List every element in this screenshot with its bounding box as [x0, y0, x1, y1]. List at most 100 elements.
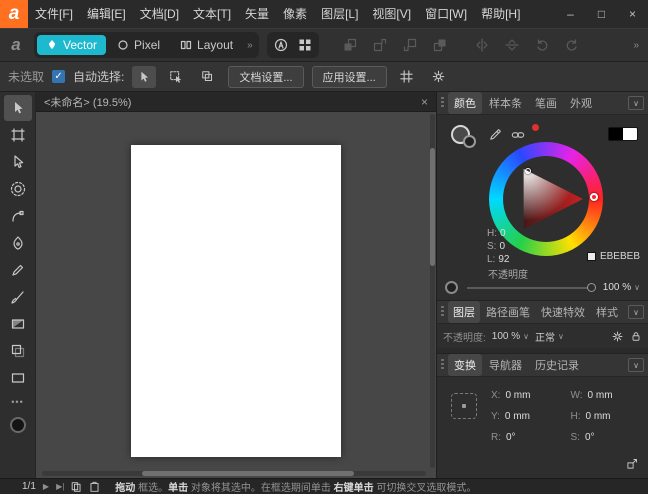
shear-field[interactable]: S: 0°: [571, 432, 643, 443]
menu-file[interactable]: 文件[F]: [28, 0, 80, 28]
tab-color[interactable]: 颜色: [448, 92, 482, 114]
clipboard-icon[interactable]: [89, 481, 100, 493]
pencil-tool[interactable]: [4, 257, 32, 283]
transparency-tool[interactable]: [4, 338, 32, 364]
tab-transform[interactable]: 变换: [448, 354, 482, 376]
pixel-persona-button[interactable]: Pixel: [108, 35, 169, 55]
toolbar-color-well[interactable]: [10, 417, 26, 433]
move-forward-button[interactable]: [399, 35, 421, 55]
stroke-color-well[interactable]: [463, 135, 476, 148]
select-layer-mode-button[interactable]: [164, 66, 188, 88]
transform-panel-collapse-button[interactable]: ∨: [628, 358, 644, 372]
snapping-button[interactable]: [294, 35, 316, 55]
next-page-icon[interactable]: ▶: [43, 482, 49, 491]
transform-anchor-selector[interactable]: [451, 393, 477, 419]
horizontal-scrollbar[interactable]: [42, 471, 426, 476]
panel-grip[interactable]: [441, 359, 444, 371]
menu-edit[interactable]: 编辑[E]: [80, 0, 133, 28]
y-field[interactable]: Y: 0 mm: [491, 411, 563, 422]
tab-history[interactable]: 历史记录: [529, 354, 585, 376]
vertical-scroll-thumb[interactable]: [430, 148, 435, 266]
triangle-marker[interactable]: [525, 168, 531, 174]
horizontal-scroll-thumb[interactable]: [142, 471, 354, 476]
canvas-viewport[interactable]: [36, 112, 436, 478]
rectangle-tool[interactable]: [4, 365, 32, 391]
minimize-button[interactable]: –: [555, 0, 586, 28]
black-white-swatch[interactable]: [608, 127, 638, 141]
maximize-button[interactable]: □: [586, 0, 617, 28]
blend-gear-icon[interactable]: [611, 330, 624, 343]
rotate-cw-button[interactable]: [561, 35, 583, 55]
x-field[interactable]: X: 0 mm: [491, 390, 563, 401]
color-panel-collapse-button[interactable]: ∨: [628, 96, 644, 110]
toolbar-overflow-chevron[interactable]: »: [630, 40, 642, 51]
close-button[interactable]: ×: [617, 0, 648, 28]
vertical-scrollbar[interactable]: [430, 114, 435, 468]
blend-mode-dropdown[interactable]: 正常 ∨: [535, 329, 564, 344]
move-tool[interactable]: [4, 95, 32, 121]
link-icon[interactable]: [511, 129, 525, 141]
hue-marker[interactable]: [590, 193, 598, 201]
eyedropper-icon[interactable]: [489, 127, 503, 141]
rotation-field[interactable]: R: 0°: [491, 432, 563, 443]
transform-options-icon[interactable]: [626, 458, 638, 470]
opacity-wheel-icon[interactable]: [445, 281, 458, 294]
artboard-tool[interactable]: [4, 122, 32, 148]
application-settings-button[interactable]: 应用设置...: [312, 66, 387, 88]
lock-icon[interactable]: [630, 330, 642, 343]
auto-select-checkbox[interactable]: ✓: [52, 70, 65, 83]
document-close-icon[interactable]: ×: [421, 95, 428, 109]
select-object-mode-button[interactable]: [132, 66, 156, 88]
move-to-front-button[interactable]: [429, 35, 451, 55]
tab-path-brushes[interactable]: 路径画笔: [481, 301, 535, 323]
menu-pixel[interactable]: 像素: [276, 0, 314, 28]
menu-layer[interactable]: 图层[L]: [314, 0, 365, 28]
panel-grip[interactable]: [441, 306, 444, 318]
menu-window[interactable]: 窗口[W]: [418, 0, 474, 28]
persona-overflow-chevron[interactable]: »: [244, 40, 256, 51]
h-field[interactable]: H: 0 mm: [571, 411, 643, 422]
corner-tool[interactable]: [4, 203, 32, 229]
panel-grip[interactable]: [441, 97, 444, 109]
opacity-value-dropdown[interactable]: 100 % ∨: [603, 282, 640, 293]
grid-options-button[interactable]: [395, 66, 419, 88]
move-to-back-button[interactable]: [339, 35, 361, 55]
menu-vector[interactable]: 矢量: [238, 0, 276, 28]
flip-horizontal-button[interactable]: [471, 35, 493, 55]
menu-help[interactable]: 帮助[H]: [474, 0, 527, 28]
document-tab[interactable]: <未命名> (19.5%): [44, 94, 131, 110]
contour-tool[interactable]: [4, 176, 32, 202]
flip-vertical-button[interactable]: [501, 35, 523, 55]
tab-appearance[interactable]: 外观: [564, 92, 598, 114]
tab-quick-fx[interactable]: 快速特效: [536, 301, 590, 323]
rotate-ccw-button[interactable]: [531, 35, 553, 55]
move-backward-button[interactable]: [369, 35, 391, 55]
pen-tool[interactable]: [4, 230, 32, 256]
select-group-mode-button[interactable]: [196, 66, 220, 88]
menu-text[interactable]: 文本[T]: [186, 0, 238, 28]
hex-field[interactable]: EBEBEB: [587, 251, 640, 262]
tab-layers[interactable]: 图层: [448, 301, 480, 323]
tab-navigator[interactable]: 导航器: [483, 354, 528, 376]
node-tool[interactable]: [4, 149, 32, 175]
layers-opacity-dropdown[interactable]: 100 % ∨: [492, 331, 529, 342]
tab-swatches[interactable]: 样本条: [483, 92, 528, 114]
menu-document[interactable]: 文档[D]: [133, 0, 186, 28]
vector-brush-tool[interactable]: [4, 284, 32, 310]
w-field[interactable]: W: 0 mm: [571, 390, 643, 401]
document-settings-button[interactable]: 文档设置...: [228, 66, 303, 88]
settings-button[interactable]: [427, 66, 451, 88]
tab-styles[interactable]: 样式: [591, 301, 623, 323]
opacity-slider[interactable]: [467, 287, 594, 289]
last-page-icon[interactable]: ▶|: [56, 482, 64, 491]
layout-persona-button[interactable]: Layout: [171, 35, 242, 55]
pages-icon[interactable]: [71, 481, 82, 493]
more-tools-button[interactable]: •••: [11, 397, 23, 407]
layers-panel-collapse-button[interactable]: ∨: [628, 305, 644, 319]
preview-toggle-button[interactable]: [270, 35, 292, 55]
menu-view[interactable]: 视图[V]: [365, 0, 418, 28]
tab-stroke[interactable]: 笔画: [529, 92, 563, 114]
fill-tool[interactable]: [4, 311, 32, 337]
opacity-slider-knob[interactable]: [587, 283, 596, 292]
saturation-lightness-triangle[interactable]: [503, 156, 589, 242]
